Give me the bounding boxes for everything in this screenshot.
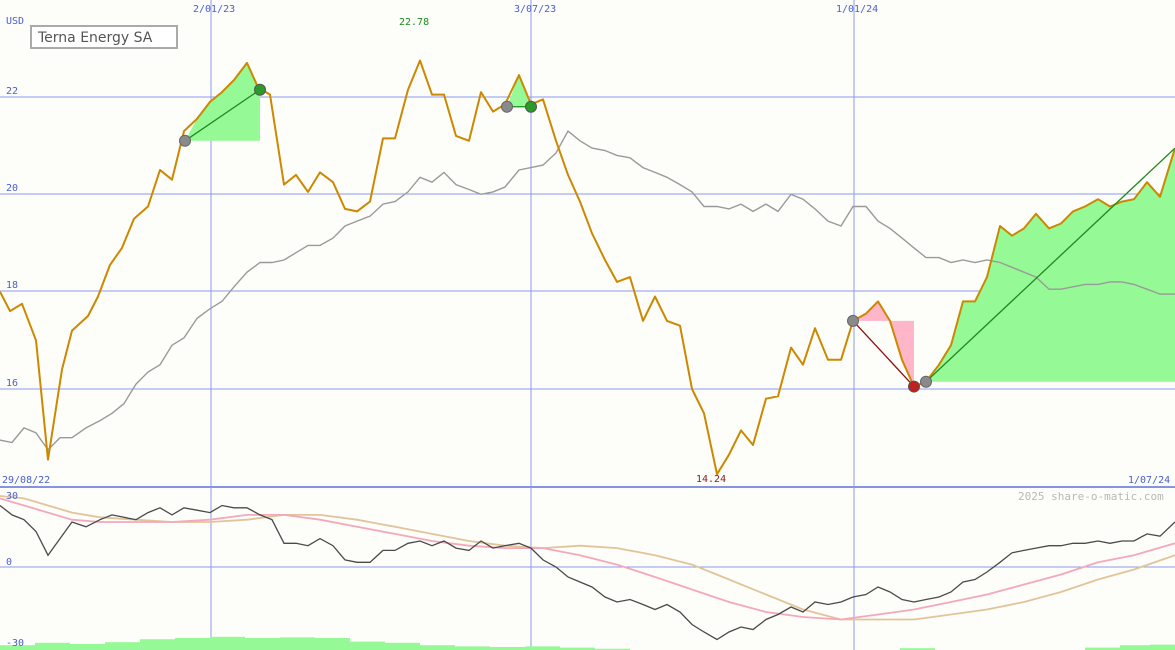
volume-bar-2 bbox=[70, 644, 105, 650]
high-value-label: 22.78 bbox=[399, 17, 429, 28]
trade-entry-marker-3 bbox=[920, 375, 932, 388]
volume-bar-12 bbox=[420, 645, 455, 650]
y-tick-22: 22 bbox=[6, 86, 18, 97]
y-tick-16: 16 bbox=[6, 378, 18, 389]
trade-entry-marker-1 bbox=[501, 100, 513, 113]
trade-exit-marker-0 bbox=[254, 83, 266, 96]
trade-exit-marker-1 bbox=[525, 100, 537, 113]
volume-bar-6 bbox=[210, 636, 245, 650]
osc-tick-minus-30: -30 bbox=[6, 638, 24, 649]
x-tick-2-01-23: 2/01/23 bbox=[193, 4, 235, 15]
volume-bar-4 bbox=[140, 639, 175, 650]
end-date-label: 1/07/24 bbox=[1128, 475, 1170, 486]
volume-bar-9 bbox=[315, 638, 350, 650]
chart-title: Terna Energy SA bbox=[37, 30, 153, 46]
start-date-label: 29/08/22 bbox=[2, 475, 50, 486]
y-tick-20: 20 bbox=[6, 183, 18, 194]
volume-bar-21 bbox=[1150, 644, 1175, 650]
low-value-label: 14.24 bbox=[696, 474, 726, 485]
volume-bar-11 bbox=[385, 642, 420, 650]
volume-bar-15 bbox=[525, 646, 560, 650]
price-chart: USD 22 20 18 16 2/01/23 3/07/23 1/01/24 … bbox=[0, 0, 1175, 650]
osc-tick-30: 30 bbox=[6, 491, 18, 502]
volume-bar-5 bbox=[175, 638, 210, 650]
trade-exit-marker-2 bbox=[908, 380, 920, 393]
x-tick-1-01-24: 1/01/24 bbox=[836, 4, 878, 15]
trade-entry-marker-0 bbox=[179, 134, 191, 147]
credit-label: 2025 share-o-matic.com bbox=[1018, 490, 1164, 503]
x-tick-3-07-23: 3/07/23 bbox=[514, 4, 556, 15]
osc-tick-0: 0 bbox=[6, 557, 12, 568]
trade-entry-marker-2 bbox=[847, 314, 859, 327]
volume-bar-3 bbox=[105, 642, 140, 650]
volume-bar-8 bbox=[280, 637, 315, 650]
volume-bar-7 bbox=[245, 638, 280, 650]
volume-bar-1 bbox=[35, 642, 70, 650]
y-tick-18: 18 bbox=[6, 280, 18, 291]
volume-bar-10 bbox=[350, 641, 385, 650]
y-unit-label: USD bbox=[6, 16, 24, 27]
volume-bar-20 bbox=[1120, 645, 1155, 650]
volume-bar-13 bbox=[455, 646, 490, 650]
